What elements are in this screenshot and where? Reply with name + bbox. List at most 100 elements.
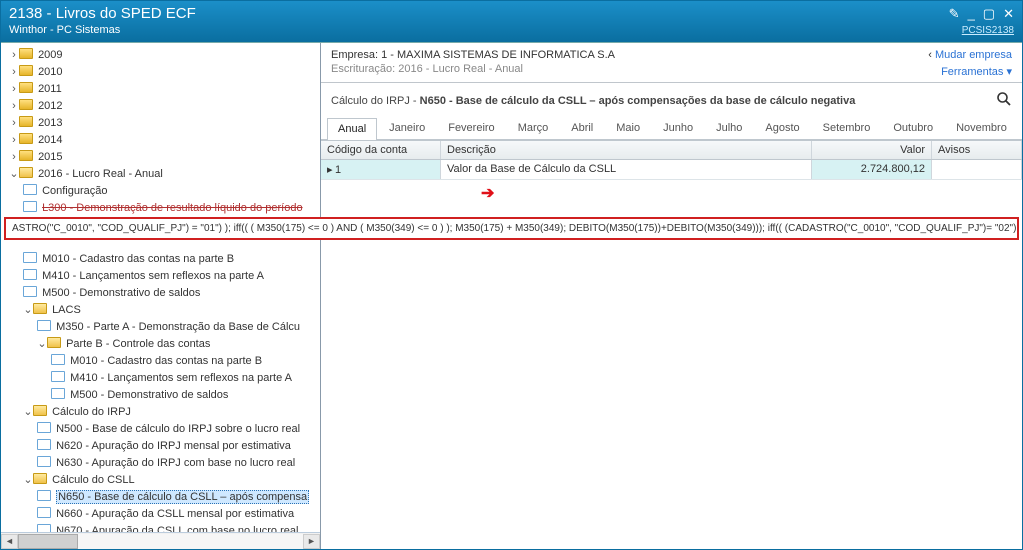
folder-open-icon xyxy=(33,473,47,484)
tree-item-n660[interactable]: N660 - Apuração da CSLL mensal por estim… xyxy=(56,508,294,520)
folder-icon xyxy=(19,116,33,127)
edit-window-icon[interactable]: ✎ xyxy=(949,7,960,20)
tree-item-2014[interactable]: 2014 xyxy=(38,134,62,146)
main-panel: Empresa: 1 - MAXIMA SISTEMAS DE INFORMAT… xyxy=(321,43,1022,549)
tree-item-m010-2[interactable]: M010 - Cadastro das contas na parte B xyxy=(70,355,262,367)
ferramentas-dropdown[interactable]: Ferramentas ▾ xyxy=(941,66,1012,78)
tab-nov[interactable]: Novembro xyxy=(945,117,1018,139)
tab-dez[interactable]: Dezembro xyxy=(1019,117,1022,139)
expand-icon[interactable]: › xyxy=(9,115,19,132)
expand-icon[interactable]: › xyxy=(9,132,19,149)
tab-jul[interactable]: Julho xyxy=(705,117,753,139)
expand-icon[interactable]: › xyxy=(9,47,19,64)
folder-open-icon xyxy=(33,303,47,314)
tab-anual[interactable]: Anual xyxy=(327,118,377,140)
horizontal-scrollbar[interactable]: ◄ ► xyxy=(1,532,320,549)
tree-item-2013[interactable]: 2013 xyxy=(38,117,62,129)
folder-open-icon xyxy=(19,167,33,178)
file-icon xyxy=(23,286,37,297)
col-header-codigo[interactable]: Código da conta xyxy=(321,141,441,159)
tree-item-n500[interactable]: N500 - Base de cálculo do IRPJ sobre o l… xyxy=(56,423,300,435)
scroll-left-icon[interactable]: ◄ xyxy=(1,534,18,549)
title-bar: 2138 - Livros do SPED ECF ✎ _ ▢ ✕ Wintho… xyxy=(1,1,1022,42)
tab-fev[interactable]: Fevereiro xyxy=(437,117,505,139)
data-grid: Código da conta Descrição Valor Avisos ▸… xyxy=(321,140,1022,180)
escrituracao-label: Escrituração: 2016 - Lucro Real - Anual xyxy=(331,63,615,75)
tree-item-2010[interactable]: 2010 xyxy=(38,66,62,78)
tree-item-calc-irpj[interactable]: Cálculo do IRPJ xyxy=(52,406,131,418)
tab-mar[interactable]: Março xyxy=(507,117,560,139)
close-window-icon[interactable]: ✕ xyxy=(1003,7,1014,20)
info-bar: Empresa: 1 - MAXIMA SISTEMAS DE INFORMAT… xyxy=(321,43,1022,83)
maximize-window-icon[interactable]: ▢ xyxy=(983,7,995,20)
grid-row[interactable]: ▸1 Valor da Base de Cálculo da CSLL 2.72… xyxy=(321,160,1022,180)
col-header-descricao[interactable]: Descrição xyxy=(441,141,812,159)
heading-title: N650 - Base de cálculo da CSLL – após co… xyxy=(420,95,856,107)
file-icon xyxy=(23,201,37,212)
folder-open-icon xyxy=(47,337,61,348)
file-icon xyxy=(23,269,37,280)
window-subtitle: Winthor - PC Sistemas xyxy=(9,24,120,36)
col-header-avisos[interactable]: Avisos xyxy=(932,141,1022,159)
tree-view[interactable]: › 2009 › 2010 › 2011 › 2012 › 2013 › 201… xyxy=(1,43,320,532)
tab-jun[interactable]: Junho xyxy=(652,117,704,139)
file-icon xyxy=(37,507,51,518)
search-icon[interactable] xyxy=(996,91,1012,111)
tree-item-2011[interactable]: 2011 xyxy=(38,83,62,95)
tab-abr[interactable]: Abril xyxy=(560,117,604,139)
collapse-icon[interactable]: ⌄ xyxy=(23,302,33,319)
grid-header: Código da conta Descrição Valor Avisos xyxy=(321,141,1022,160)
file-icon xyxy=(23,252,37,263)
cell-codigo: 1 xyxy=(335,164,341,176)
tree-item-n620[interactable]: N620 - Apuração do IRPJ mensal por estim… xyxy=(56,440,291,452)
window-title: 2138 - Livros do SPED ECF xyxy=(9,5,196,22)
file-icon xyxy=(37,320,51,331)
tree-item-2009[interactable]: 2009 xyxy=(38,49,62,61)
collapse-icon[interactable]: ⌄ xyxy=(37,336,47,353)
col-header-valor[interactable]: Valor xyxy=(812,141,932,159)
tree-item-n670[interactable]: N670 - Apuração da CSLL com base no lucr… xyxy=(56,525,298,532)
tree-item-calc-csll[interactable]: Cálculo do CSLL xyxy=(52,474,135,486)
empresa-label: Empresa: 1 - MAXIMA SISTEMAS DE INFORMAT… xyxy=(331,49,615,61)
collapse-icon[interactable]: ⌄ xyxy=(23,472,33,489)
tree-item-2012[interactable]: 2012 xyxy=(38,100,62,112)
tree-item-m350[interactable]: M350 - Parte A - Demonstração da Base de… xyxy=(56,321,300,333)
expand-icon[interactable]: › xyxy=(9,81,19,98)
tree-item-m410[interactable]: M410 - Lançamentos sem reflexos na parte… xyxy=(42,270,264,282)
tree-item-m010[interactable]: M010 - Cadastro das contas na parte B xyxy=(42,253,234,265)
cell-valor: 2.724.800,12 xyxy=(812,160,932,179)
minimize-window-icon[interactable]: _ xyxy=(968,7,975,20)
file-icon xyxy=(23,184,37,195)
scroll-thumb[interactable] xyxy=(18,534,78,549)
expand-icon[interactable]: › xyxy=(9,98,19,115)
scroll-right-icon[interactable]: ► xyxy=(303,534,320,549)
collapse-icon[interactable]: ⌄ xyxy=(9,166,19,183)
folder-icon xyxy=(19,82,33,93)
tab-mai[interactable]: Maio xyxy=(605,117,651,139)
scroll-track[interactable] xyxy=(18,534,303,549)
file-icon xyxy=(37,422,51,433)
tree-item-l300[interactable]: L300 - Demonstração de resultado líquido… xyxy=(42,202,303,214)
tab-set[interactable]: Setembro xyxy=(812,117,882,139)
tab-jan[interactable]: Janeiro xyxy=(378,117,436,139)
tree-item-2015[interactable]: 2015 xyxy=(38,151,62,163)
collapse-icon[interactable]: ⌄ xyxy=(23,404,33,421)
tree-item-lacs[interactable]: LACS xyxy=(52,304,81,316)
pcsis-link[interactable]: PCSIS2138 xyxy=(962,25,1014,36)
tab-out[interactable]: Outubro xyxy=(882,117,944,139)
file-icon xyxy=(51,388,65,399)
tree-item-m500-2[interactable]: M500 - Demonstrativo de saldos xyxy=(70,389,228,401)
tab-ago[interactable]: Agosto xyxy=(754,117,810,139)
expand-icon[interactable]: › xyxy=(9,64,19,81)
tree-item-2016[interactable]: 2016 - Lucro Real - Anual xyxy=(38,168,163,180)
tree-item-m500[interactable]: M500 - Demonstrativo de saldos xyxy=(42,287,200,299)
folder-icon xyxy=(19,99,33,110)
file-icon xyxy=(37,456,51,467)
tree-item-n650[interactable]: N650 - Base de cálculo da CSLL – após co… xyxy=(56,490,309,504)
tree-item-n630[interactable]: N630 - Apuração do IRPJ com base no lucr… xyxy=(56,457,295,469)
mudar-empresa-link[interactable]: Mudar empresa xyxy=(935,49,1012,61)
tree-item-config[interactable]: Configuração xyxy=(42,185,107,197)
tree-item-m410-2[interactable]: M410 - Lançamentos sem reflexos na parte… xyxy=(70,372,292,384)
tree-item-parte-b[interactable]: Parte B - Controle das contas xyxy=(66,338,210,350)
expand-icon[interactable]: › xyxy=(9,149,19,166)
